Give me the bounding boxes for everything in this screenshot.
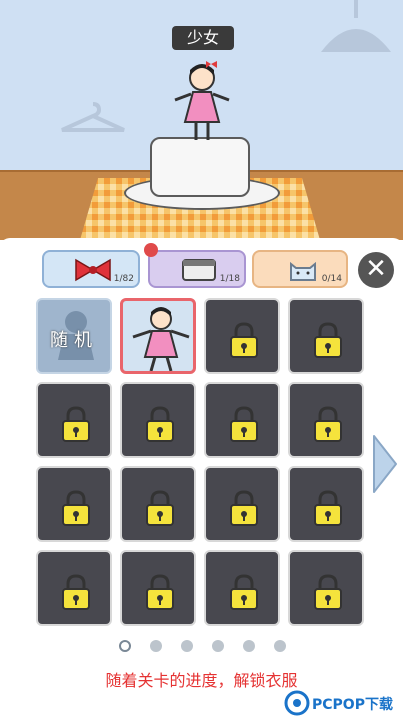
lock-icon [146,490,174,526]
outfit-girl-selected[interactable] [120,298,196,374]
cat-icon [290,261,316,281]
tab-pet-count: 0/14 [321,274,342,284]
lock-icon [62,490,90,526]
lock-icon [314,490,342,526]
outfit-locked[interactable] [204,550,280,626]
outfit-locked[interactable] [204,298,280,374]
outfit-locked[interactable] [120,550,196,626]
lock-icon [230,574,258,610]
page-dot[interactable] [243,640,255,652]
page-dot[interactable] [150,640,162,652]
girl-thumbnail-icon [132,307,190,371]
notification-dot [144,243,158,257]
tab-bow-count: 1/82 [113,274,134,284]
page-dot[interactable] [212,640,224,652]
watermark-text: PCPOP下载 [312,697,393,713]
outfit-locked[interactable] [288,550,364,626]
lock-icon [230,322,258,358]
watermark-logo-icon [284,690,310,716]
hanger-icon [61,102,125,132]
outfit-locked[interactable] [120,466,196,542]
girl-character[interactable] [167,60,237,144]
outfit-random[interactable]: 随机 [36,298,112,374]
outfit-locked[interactable] [36,382,112,458]
frame-icon [182,259,216,281]
random-label: 随机 [50,330,98,351]
character-name-label: 少女 [172,26,234,50]
outfit-locked[interactable] [36,550,112,626]
lock-icon [146,406,174,442]
page-dot[interactable] [119,640,131,652]
page-dot[interactable] [274,640,286,652]
outfit-locked[interactable] [288,382,364,458]
lock-icon [230,406,258,442]
lock-icon [62,406,90,442]
tofu-block [150,137,250,197]
outfit-locked[interactable] [204,466,280,542]
lock-icon [314,406,342,442]
lock-icon [230,490,258,526]
close-button[interactable]: ✕ [358,252,394,288]
page-indicator [119,640,289,654]
outfit-locked[interactable] [36,466,112,542]
outfit-locked[interactable] [204,382,280,458]
lock-icon [314,322,342,358]
tab-frame-count: 1/18 [219,274,240,284]
next-page-arrow-icon[interactable] [370,432,400,496]
tab-bow[interactable]: 1/82 [42,250,140,288]
tab-frame[interactable]: 1/18 [148,250,246,288]
tab-pet[interactable]: 0/14 [252,250,348,288]
lock-icon [62,574,90,610]
ceiling-lamp-icon [321,0,391,52]
watermark: PCPOP下载 [282,688,400,718]
outfit-locked[interactable] [288,466,364,542]
outfit-locked[interactable] [288,298,364,374]
outfit-locked[interactable] [120,382,196,458]
bow-icon [75,258,111,282]
scene-background: 少女 [0,0,403,240]
page-dot[interactable] [181,640,193,652]
lock-icon [146,574,174,610]
lock-icon [314,574,342,610]
